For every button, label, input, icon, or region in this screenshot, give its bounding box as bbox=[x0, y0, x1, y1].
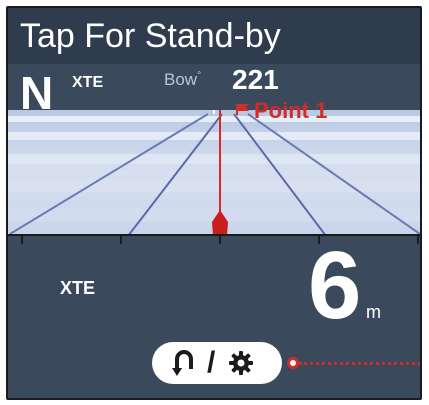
callout-line bbox=[299, 362, 421, 365]
highway-view bbox=[8, 110, 422, 236]
bow-label: Bow° bbox=[164, 70, 201, 90]
mode-settings-button[interactable]: / bbox=[152, 342, 282, 384]
xte-value: 6 bbox=[308, 232, 362, 339]
waypoint-name: Point 1 bbox=[254, 98, 328, 123]
xte-unit: m bbox=[366, 302, 381, 322]
xte-label: XTE bbox=[60, 278, 96, 298]
gear-icon bbox=[229, 351, 253, 375]
autopilot-screen: Tap For Stand-by N XTE Bow° 221 Point 1 … bbox=[8, 8, 422, 398]
bow-value: 221 bbox=[232, 64, 279, 95]
callout-marker bbox=[287, 357, 299, 369]
u-turn-icon bbox=[172, 350, 193, 376]
xte-small-label: XTE bbox=[72, 74, 104, 91]
standby-title-bar[interactable]: Tap For Stand-by bbox=[8, 8, 422, 64]
degree-mark: ° bbox=[197, 70, 202, 82]
bow-label-text: Bow bbox=[164, 70, 198, 89]
page-title: Tap For Stand-by bbox=[20, 17, 281, 55]
separator: / bbox=[207, 346, 216, 379]
flag-icon bbox=[236, 104, 249, 115]
